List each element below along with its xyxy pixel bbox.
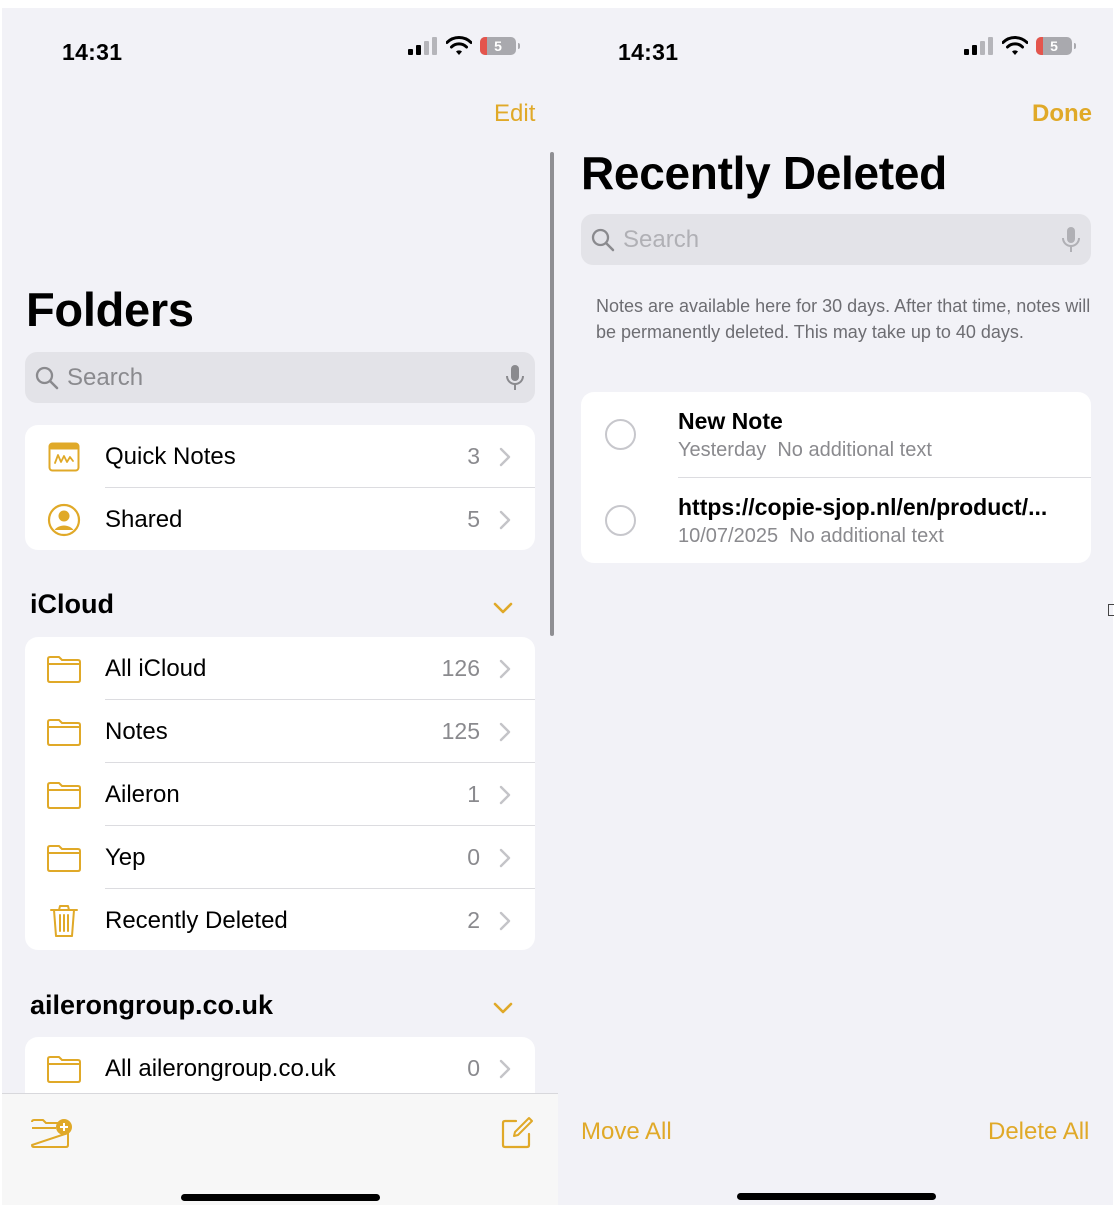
note-date: 10/07/2025 — [678, 525, 779, 547]
status-time: 14:31 — [618, 39, 679, 65]
folder-count: 0 — [467, 844, 480, 870]
page-title: Folders — [26, 283, 194, 336]
folder-count: 3 — [467, 443, 480, 469]
microphone-icon[interactable] — [1061, 226, 1081, 254]
folder-row-yep[interactable]: Yep 0 — [25, 826, 535, 889]
folder-icon — [47, 781, 81, 809]
chevron-right-icon — [499, 722, 511, 741]
chevron-right-icon — [499, 785, 511, 804]
home-indicator[interactable] — [737, 1193, 936, 1200]
folder-icon — [47, 655, 81, 683]
note-meta: 10/07/2025 No additional text — [678, 525, 944, 548]
note-title: New Note — [678, 408, 783, 434]
search-placeholder: Search — [67, 363, 144, 391]
chevron-right-icon — [499, 848, 511, 867]
wifi-icon — [1002, 36, 1028, 55]
bottom-toolbar — [2, 1093, 558, 1205]
status-time: 14:31 — [62, 39, 123, 65]
folder-row-notes[interactable]: Notes 125 — [25, 700, 535, 763]
scrollbar[interactable] — [550, 152, 554, 636]
folder-label: All iCloud — [105, 654, 207, 682]
deleted-note-row[interactable]: https://copie-sjop.nl/en/product/... 10/… — [581, 478, 1091, 563]
chevron-right-icon — [499, 1059, 511, 1078]
battery-icon: 5 — [480, 37, 520, 55]
retention-info-text: Notes are available here for 30 days. Af… — [596, 296, 1091, 342]
folder-icon — [47, 718, 81, 746]
deleted-notes-card: New Note Yesterday No additional text ht… — [581, 392, 1091, 563]
icloud-folders-card: All iCloud 126 Notes 125 Aileron 1 Yep 0… — [25, 637, 535, 950]
chevron-right-icon — [499, 447, 511, 466]
folder-count: 2 — [467, 907, 480, 933]
folder-count: 5 — [467, 506, 480, 532]
edge-marker — [1108, 604, 1114, 616]
folder-label: Notes — [105, 717, 168, 745]
new-folder-icon[interactable] — [30, 1116, 74, 1150]
chevron-down-icon[interactable] — [492, 1001, 514, 1015]
quick-notes-icon — [48, 442, 80, 471]
folder-row-aileron[interactable]: Aileron 1 — [25, 763, 535, 826]
recently-deleted-screen: 14:31 5 Done Recently Deleted Search Not… — [558, 8, 1113, 1205]
search-icon — [591, 228, 615, 251]
folder-label: Quick Notes — [105, 442, 236, 470]
folder-row-all-icloud[interactable]: All iCloud 126 — [25, 637, 535, 700]
folder-label: Aileron — [105, 780, 180, 808]
status-icons: 5 — [408, 36, 520, 56]
folders-screen: 14:31 5 Edit Folders Search Quick Notes … — [2, 8, 558, 1205]
done-button[interactable]: Done — [1032, 100, 1092, 128]
select-radio[interactable] — [605, 505, 636, 536]
chevron-down-icon[interactable] — [492, 601, 514, 615]
folder-icon — [47, 844, 81, 872]
edit-button[interactable]: Edit — [494, 100, 535, 128]
folder-label: Yep — [105, 843, 146, 871]
select-radio[interactable] — [605, 419, 636, 450]
move-all-button[interactable]: Move All — [581, 1118, 672, 1146]
folder-icon — [47, 1055, 81, 1083]
folder-row-recently-deleted[interactable]: Recently Deleted 2 — [25, 889, 535, 950]
folder-row-all-ailerongroup[interactable]: All ailerongroup.co.uk 0 — [25, 1037, 535, 1100]
folder-label: Recently Deleted — [105, 906, 288, 934]
folder-count: 126 — [441, 655, 480, 681]
microphone-icon[interactable] — [505, 364, 525, 392]
section-title-icloud: iCloud — [30, 589, 114, 619]
trash-icon — [50, 904, 78, 937]
folder-count: 125 — [441, 718, 480, 744]
wifi-icon — [446, 36, 472, 55]
cellular-signal-icon — [964, 37, 993, 55]
home-indicator[interactable] — [181, 1194, 380, 1201]
chevron-right-icon — [499, 911, 511, 930]
pinned-folders-card: Quick Notes 3 Shared 5 — [25, 425, 535, 550]
folder-row-shared[interactable]: Shared 5 — [25, 488, 535, 550]
note-meta: Yesterday No additional text — [678, 439, 932, 462]
note-preview: No additional text — [777, 439, 932, 461]
section-title-ailerongroup: ailerongroup.co.uk — [30, 990, 274, 1020]
status-icons: 5 — [964, 36, 1076, 56]
folder-row-quick-notes[interactable]: Quick Notes 3 — [25, 425, 535, 488]
chevron-right-icon — [499, 510, 511, 529]
folder-label: All ailerongroup.co.uk — [105, 1054, 336, 1082]
note-title: https://copie-sjop.nl/en/product/... — [678, 494, 1048, 520]
chevron-right-icon — [499, 659, 511, 678]
search-placeholder: Search — [623, 225, 700, 253]
folder-count: 1 — [467, 781, 480, 807]
delete-all-button[interactable]: Delete All — [988, 1118, 1089, 1146]
search-field[interactable]: Search — [25, 352, 535, 403]
folder-count: 0 — [467, 1055, 480, 1081]
compose-icon[interactable] — [500, 1116, 534, 1150]
search-field[interactable]: Search — [581, 214, 1091, 265]
folder-label: Shared — [105, 505, 183, 533]
search-icon — [35, 366, 59, 389]
deleted-note-row[interactable]: New Note Yesterday No additional text — [581, 392, 1091, 478]
shared-person-icon — [47, 503, 81, 536]
note-preview: No additional text — [789, 525, 944, 547]
battery-icon: 5 — [1036, 37, 1076, 55]
cellular-signal-icon — [408, 37, 437, 55]
note-date: Yesterday — [678, 439, 767, 461]
page-title: Recently Deleted — [581, 147, 947, 199]
